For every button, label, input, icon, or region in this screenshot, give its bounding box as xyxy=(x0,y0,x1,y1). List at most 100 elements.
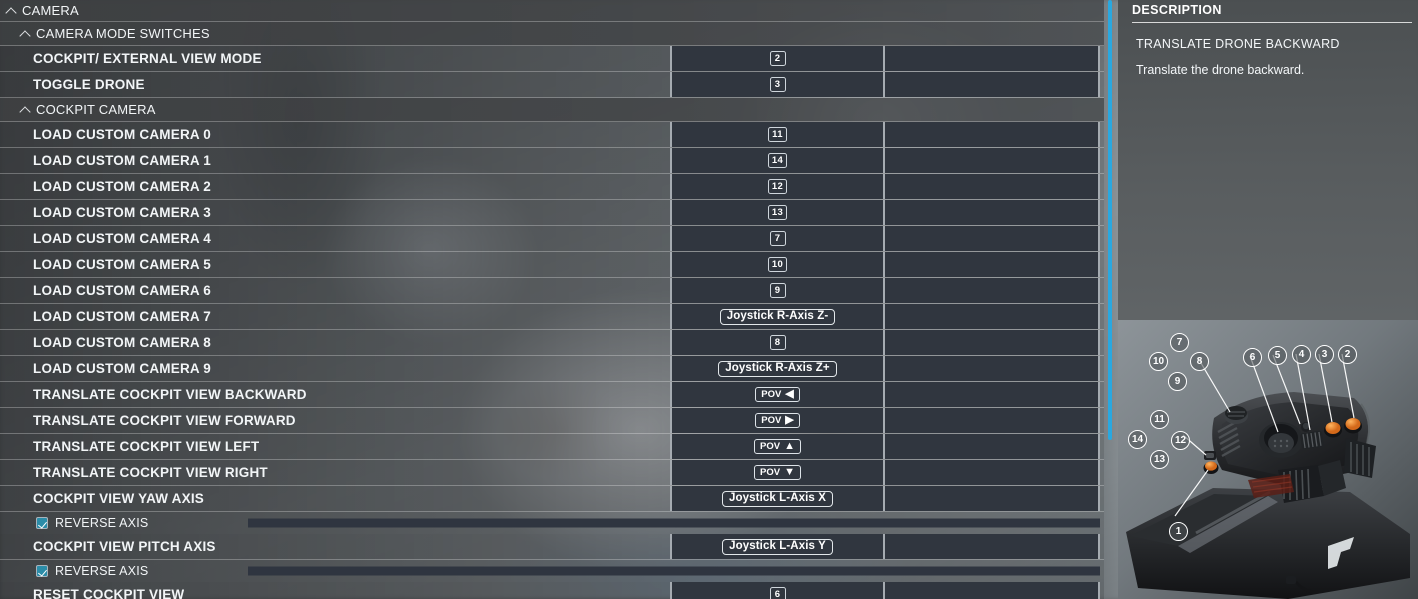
secondary-binding-cell[interactable] xyxy=(885,148,1100,173)
primary-binding-cell[interactable]: 10 xyxy=(670,252,885,277)
reverse-axis-checkbox[interactable] xyxy=(36,517,48,529)
secondary-binding-cell[interactable] xyxy=(885,408,1100,433)
binding-row-load-custom-camera-1[interactable]: LOAD CUSTOM CAMERA 1 14 xyxy=(0,148,1104,174)
pov-right-arrow-icon: ▶ xyxy=(785,414,794,426)
secondary-binding-cell[interactable] xyxy=(885,330,1100,355)
secondary-binding-cell[interactable] xyxy=(885,460,1100,485)
secondary-binding-cell[interactable] xyxy=(885,72,1100,97)
chevron-up-icon[interactable] xyxy=(5,4,18,17)
binding-row-cockpit-view-pitch-axis[interactable]: COCKPIT VIEW PITCH AXIS Joystick L-Axis Y xyxy=(0,534,1104,560)
primary-binding-cell[interactable]: POV ▶ xyxy=(670,408,885,433)
row-label: LOAD CUSTOM CAMERA 3 xyxy=(33,205,212,220)
binding-cells: 6 xyxy=(670,582,1100,599)
primary-binding-cell[interactable]: Joystick L-Axis Y xyxy=(670,534,885,559)
primary-binding-cell[interactable]: 14 xyxy=(670,148,885,173)
binding-pov-left[interactable]: POV ◀ xyxy=(755,387,800,402)
binding-row-translate-cockpit-view-forward[interactable]: TRANSLATE COCKPIT VIEW FORWARD POV ▶ xyxy=(0,408,1104,434)
binding-key[interactable]: 9 xyxy=(769,283,786,298)
bindings-scrollbar-thumb[interactable] xyxy=(1108,0,1112,440)
secondary-binding-cell[interactable] xyxy=(885,278,1100,303)
binding-pov-up[interactable]: POV ▲ xyxy=(754,439,801,454)
primary-binding-cell[interactable]: 2 xyxy=(670,46,885,71)
binding-row-translate-cockpit-view-right[interactable]: TRANSLATE COCKPIT VIEW RIGHT POV ▼ xyxy=(0,460,1104,486)
binding-key[interactable]: 13 xyxy=(767,205,788,220)
binding-row-load-custom-camera-2[interactable]: LOAD CUSTOM CAMERA 2 12 xyxy=(0,174,1104,200)
secondary-binding-cell[interactable] xyxy=(885,200,1100,225)
control-bindings-list[interactable]: CAMERA CAMERA MODE SWITCHES COCKPIT/ EXTER… xyxy=(0,0,1104,599)
binding-pov-right[interactable]: POV ▶ xyxy=(755,413,800,428)
binding-row-load-custom-camera-9[interactable]: LOAD CUSTOM CAMERA 9 Joystick R-Axis Z+ xyxy=(0,356,1104,382)
secondary-binding-cell[interactable] xyxy=(885,122,1100,147)
section-header-camera-mode-switches[interactable]: CAMERA MODE SWITCHES xyxy=(0,22,1104,46)
secondary-binding-cell[interactable] xyxy=(885,174,1100,199)
binding-cells: 2 xyxy=(670,46,1100,71)
binding-key[interactable]: 6 xyxy=(769,587,786,599)
secondary-binding-cell[interactable] xyxy=(885,534,1100,559)
row-label: COCKPIT CAMERA xyxy=(36,102,156,117)
primary-binding-cell[interactable]: 8 xyxy=(670,330,885,355)
binding-cells: 9 xyxy=(670,278,1100,303)
binding-key[interactable]: 3 xyxy=(769,77,786,92)
binding-key[interactable]: 10 xyxy=(767,257,788,272)
binding-row-cockpit-view-yaw-axis[interactable]: COCKPIT VIEW YAW AXIS Joystick L-Axis X xyxy=(0,486,1104,512)
binding-row-translate-cockpit-view-backward[interactable]: TRANSLATE COCKPIT VIEW BACKWARD POV ◀ xyxy=(0,382,1104,408)
row-label-cell: COCKPIT/ EXTERNAL VIEW MODE xyxy=(0,51,670,66)
binding-row-toggle-drone[interactable]: TOGGLE DRONE 3 xyxy=(0,72,1104,98)
chevron-up-icon[interactable] xyxy=(19,103,32,116)
primary-binding-cell[interactable]: 9 xyxy=(670,278,885,303)
binding-axis[interactable]: Joystick L-Axis X xyxy=(722,490,833,507)
option-row-reverse-axis[interactable]: REVERSE AXIS xyxy=(0,560,1104,582)
binding-row-cockpit-external-view-mode[interactable]: COCKPIT/ EXTERNAL VIEW MODE 2 xyxy=(0,46,1104,72)
secondary-binding-cell[interactable] xyxy=(885,582,1100,599)
binding-pov-down[interactable]: POV ▼ xyxy=(754,465,801,480)
secondary-binding-cell[interactable] xyxy=(885,434,1100,459)
option-row-reverse-axis[interactable]: REVERSE AXIS xyxy=(0,512,1104,534)
binding-row-load-custom-camera-6[interactable]: LOAD CUSTOM CAMERA 6 9 xyxy=(0,278,1104,304)
binding-cells: 3 xyxy=(670,72,1100,97)
primary-binding-cell[interactable]: Joystick L-Axis X xyxy=(670,486,885,511)
row-label-cell: COCKPIT VIEW YAW AXIS xyxy=(0,491,670,506)
binding-row-translate-cockpit-view-left[interactable]: TRANSLATE COCKPIT VIEW LEFT POV ▲ xyxy=(0,434,1104,460)
primary-binding-cell[interactable]: POV ▼ xyxy=(670,460,885,485)
secondary-binding-cell[interactable] xyxy=(885,486,1100,511)
secondary-binding-cell[interactable] xyxy=(885,252,1100,277)
binding-row-load-custom-camera-8[interactable]: LOAD CUSTOM CAMERA 8 8 xyxy=(0,330,1104,356)
primary-binding-cell[interactable]: Joystick R-Axis Z+ xyxy=(670,356,885,381)
secondary-binding-cell[interactable] xyxy=(885,382,1100,407)
primary-binding-cell[interactable]: 12 xyxy=(670,174,885,199)
primary-binding-cell[interactable]: 6 xyxy=(670,582,885,599)
secondary-binding-cell[interactable] xyxy=(885,304,1100,329)
axis-value-bar xyxy=(248,566,1100,576)
section-header-camera[interactable]: CAMERA xyxy=(0,0,1104,22)
binding-key[interactable]: 14 xyxy=(767,153,788,168)
primary-binding-cell[interactable]: POV ◀ xyxy=(670,382,885,407)
binding-key[interactable]: 7 xyxy=(769,231,786,246)
binding-row-load-custom-camera-3[interactable]: LOAD CUSTOM CAMERA 3 13 xyxy=(0,200,1104,226)
reverse-axis-checkbox[interactable] xyxy=(36,565,48,577)
primary-binding-cell[interactable]: 11 xyxy=(670,122,885,147)
primary-binding-cell[interactable]: 7 xyxy=(670,226,885,251)
binding-row-load-custom-camera-4[interactable]: LOAD CUSTOM CAMERA 4 7 xyxy=(0,226,1104,252)
binding-row-load-custom-camera-5[interactable]: LOAD CUSTOM CAMERA 5 10 xyxy=(0,252,1104,278)
device-callout-10: 10 xyxy=(1149,352,1168,371)
binding-row-reset-cockpit-view[interactable]: RESET COCKPIT VIEW 6 xyxy=(0,582,1104,599)
binding-row-load-custom-camera-7[interactable]: LOAD CUSTOM CAMERA 7 Joystick R-Axis Z- xyxy=(0,304,1104,330)
secondary-binding-cell[interactable] xyxy=(885,226,1100,251)
binding-cells: 11 xyxy=(670,122,1100,147)
binding-axis[interactable]: Joystick L-Axis Y xyxy=(722,538,833,555)
binding-key[interactable]: 12 xyxy=(767,179,788,194)
chevron-up-icon[interactable] xyxy=(19,27,32,40)
section-header-cockpit-camera[interactable]: COCKPIT CAMERA xyxy=(0,98,1104,122)
binding-axis[interactable]: Joystick R-Axis Z+ xyxy=(718,360,837,377)
primary-binding-cell[interactable]: 3 xyxy=(670,72,885,97)
secondary-binding-cell[interactable] xyxy=(885,356,1100,381)
secondary-binding-cell[interactable] xyxy=(885,46,1100,71)
binding-key[interactable]: 11 xyxy=(768,127,787,142)
primary-binding-cell[interactable]: Joystick R-Axis Z- xyxy=(670,304,885,329)
primary-binding-cell[interactable]: 13 xyxy=(670,200,885,225)
binding-axis[interactable]: Joystick R-Axis Z- xyxy=(719,308,836,325)
primary-binding-cell[interactable]: POV ▲ xyxy=(670,434,885,459)
binding-row-load-custom-camera-0[interactable]: LOAD CUSTOM CAMERA 0 11 xyxy=(0,122,1104,148)
binding-key[interactable]: 8 xyxy=(769,335,786,350)
binding-key[interactable]: 2 xyxy=(769,51,786,66)
